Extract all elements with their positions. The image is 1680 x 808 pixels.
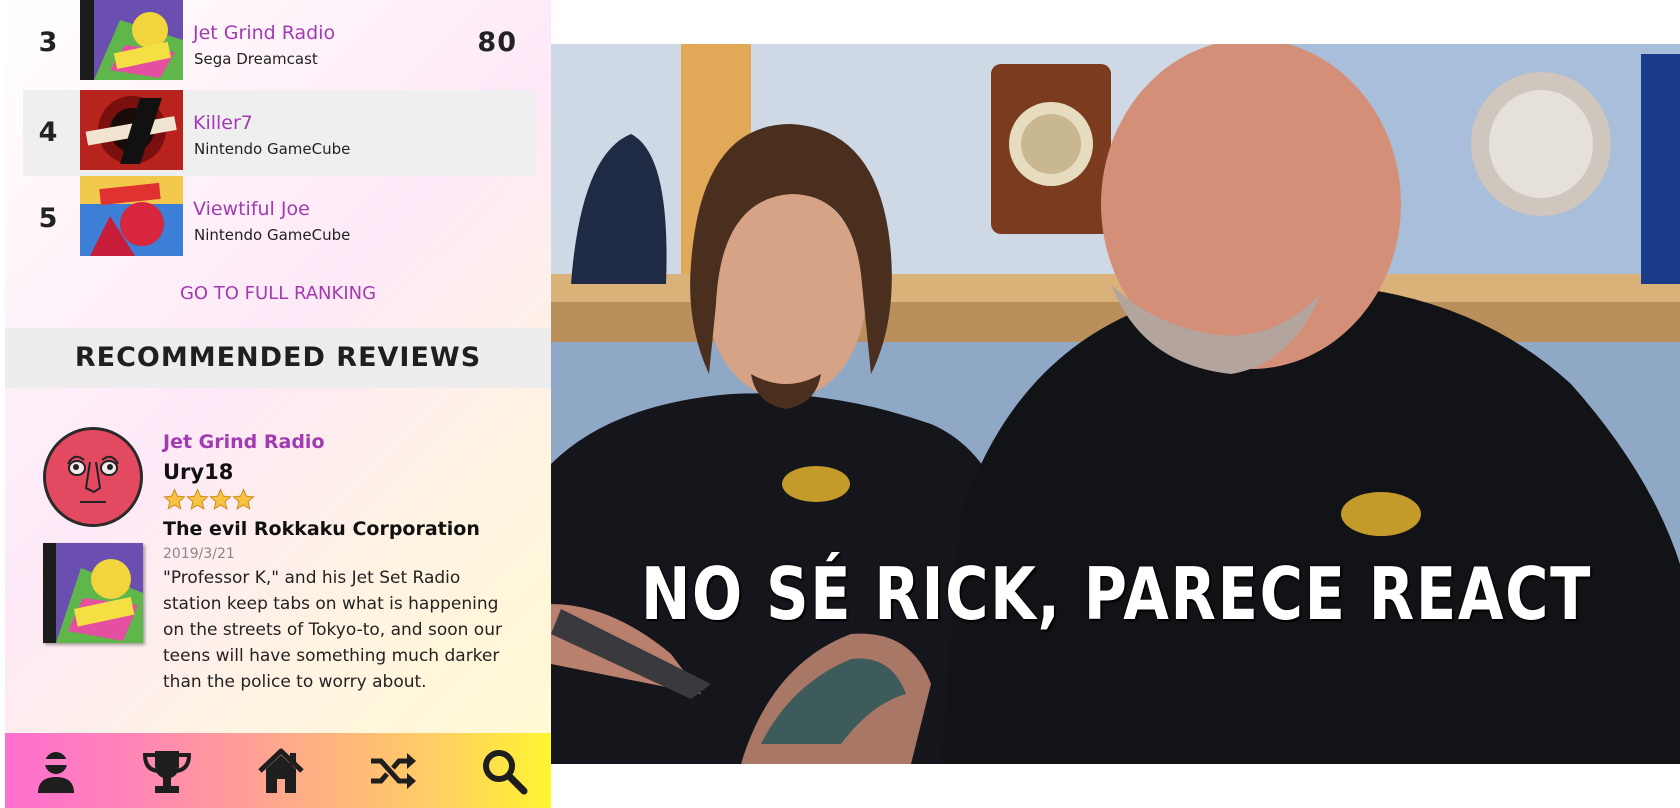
meme-photo	[551, 44, 1680, 764]
avatar[interactable]	[43, 427, 143, 527]
star-icon	[186, 488, 209, 510]
meme-caption: NO SÉ RICK, PARECE REACT	[641, 552, 1593, 636]
trophy-icon[interactable]	[141, 747, 193, 795]
star-rating	[163, 488, 255, 514]
star-icon	[163, 488, 186, 510]
game-score: 80	[477, 27, 517, 58]
review-headline[interactable]: The evil Rokkaku Corporation	[163, 518, 480, 540]
review-game-title[interactable]: Jet Grind Radio	[163, 431, 325, 453]
game-title[interactable]: Jet Grind Radio	[193, 22, 335, 44]
shuffle-icon[interactable]	[369, 747, 421, 795]
ranking-row[interactable]: 4 Killer7 Nintendo GameCube	[23, 90, 535, 176]
game-title[interactable]: Killer7	[193, 112, 253, 134]
game-platform: Nintendo GameCube	[194, 140, 351, 158]
meme-image: NO SÉ RICK, PARECE REACT	[551, 44, 1680, 764]
game-title[interactable]: Viewtiful Joe	[193, 198, 310, 220]
ranking-row[interactable]: 3 Jet Grind Radio Sega Dreamcast 80	[23, 0, 535, 86]
reviews-header: RECOMMENDED REVIEWS	[5, 328, 551, 388]
rank-number: 3	[38, 27, 58, 58]
rank-number: 4	[38, 117, 58, 148]
rank-number: 5	[38, 203, 58, 234]
game-cover[interactable]	[80, 176, 183, 256]
section-title: RECOMMENDED REVIEWS	[74, 342, 482, 373]
mobile-panel: 3 Jet Grind Radio Sega Dreamcast 80 4 Ki…	[5, 0, 551, 808]
review-body: "Professor K," and his Jet Set Radio sta…	[163, 568, 502, 692]
game-cover[interactable]	[80, 0, 183, 80]
profile-icon[interactable]	[32, 747, 84, 795]
star-icon	[232, 488, 255, 510]
home-icon[interactable]	[257, 747, 309, 795]
search-icon[interactable]	[480, 747, 532, 795]
review-game-cover[interactable]	[43, 543, 143, 643]
review-date: 2019/3/21	[163, 546, 235, 562]
game-cover[interactable]	[80, 90, 183, 170]
game-platform: Sega Dreamcast	[194, 50, 318, 68]
bottom-nav	[5, 733, 551, 808]
game-platform: Nintendo GameCube	[194, 226, 351, 244]
ranking-row[interactable]: 5 Viewtiful Joe Nintendo GameCube	[23, 176, 535, 262]
review-username[interactable]: Ury18	[163, 460, 233, 484]
star-icon	[209, 488, 232, 510]
full-ranking-link[interactable]: GO TO FULL RANKING	[5, 283, 551, 304]
